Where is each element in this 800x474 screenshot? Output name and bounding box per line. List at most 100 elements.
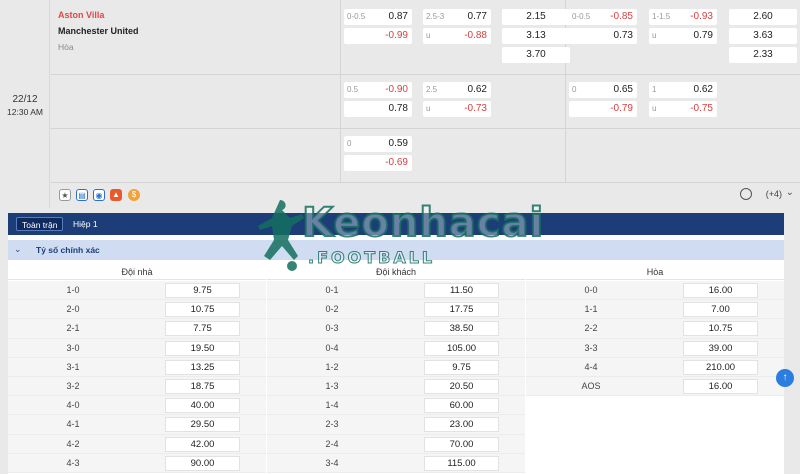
score-odds-button[interactable]: 7.75 xyxy=(165,321,240,337)
1x2-away-odds[interactable]: 3.13 xyxy=(502,28,570,44)
tab-first-half[interactable]: Hiệp 1 xyxy=(68,217,103,231)
under-odds[interactable]: u -0.88 xyxy=(423,28,491,44)
h1-under-odds[interactable]: u 0.79 xyxy=(649,28,717,44)
handicap-away-odds[interactable]: -0.69 xyxy=(344,155,412,171)
score-label: 1-2 xyxy=(325,361,339,372)
score-odds-button[interactable]: 9.75 xyxy=(424,359,499,375)
handicap-line: 0 xyxy=(572,85,577,94)
score-odds-button[interactable]: 13.25 xyxy=(165,359,240,375)
away-scores-list: 0-1 11.50 0-2 17.75 0-3 38.50 0-4 105.00 1-2 9.75… xyxy=(267,281,525,473)
odds-value: -0.73 xyxy=(464,103,487,114)
h1-handicap-home-odds[interactable]: 0-0.5 -0.85 xyxy=(569,9,637,25)
score-odds-button[interactable]: 39.00 xyxy=(683,340,758,356)
score-row: 1-3 20.50 xyxy=(267,376,525,397)
1x2-draw-odds[interactable]: 3.70 xyxy=(502,47,570,63)
row-divider xyxy=(51,128,800,129)
stats-icon[interactable]: ▤ xyxy=(76,189,88,201)
h1-over-odds[interactable]: 1 0.62 xyxy=(649,82,717,98)
score-odds-button[interactable]: 70.00 xyxy=(424,436,499,452)
score-row: 1-1 7.00 xyxy=(526,300,784,320)
score-row: 4-3 90.00 xyxy=(8,453,266,473)
score-label: 3-1 xyxy=(66,361,80,372)
score-row: 0-4 105.00 xyxy=(267,338,525,358)
match-icon-bar: ★ ▤ ◉ ▲ $ (+4) ⌄ xyxy=(51,183,800,207)
h1-handicap-home-odds[interactable]: 0 0.65 xyxy=(569,82,637,98)
handicap-line: 0.5 xyxy=(347,85,359,94)
column-header-draw: Hòa xyxy=(526,264,784,280)
score-label: 4-1 xyxy=(66,419,80,430)
total-line: 1-1.5 xyxy=(652,12,671,21)
score-label: 1-1 xyxy=(584,304,598,315)
h1-handicap-away-odds[interactable]: 0.73 xyxy=(569,28,637,44)
score-row: 4-0 40.00 xyxy=(8,396,266,416)
score-label: 0-2 xyxy=(325,304,339,315)
away-team[interactable]: Manchester United xyxy=(58,26,139,36)
odds-value: 0.73 xyxy=(613,30,633,41)
under-odds[interactable]: u -0.73 xyxy=(423,101,491,117)
over-odds[interactable]: 2.5 0.62 xyxy=(423,82,491,98)
under-label: u xyxy=(426,104,431,113)
score-odds-button[interactable]: 115.00 xyxy=(424,455,499,471)
score-odds-button[interactable]: 18.75 xyxy=(165,378,240,394)
score-odds-button[interactable]: 38.50 xyxy=(424,321,499,337)
score-label: 3-2 xyxy=(66,380,80,391)
scroll-to-top-button[interactable]: ↑ xyxy=(776,369,794,387)
period-tabs: Toàn trận Hiệp 1 xyxy=(8,213,784,235)
score-odds-button[interactable]: 210.00 xyxy=(683,359,758,375)
score-odds-button[interactable]: 7.00 xyxy=(683,302,758,318)
over-odds[interactable]: 2.5-3 0.77 xyxy=(423,9,491,25)
score-row: 1-2 9.75 xyxy=(267,357,525,377)
match-date: 22/12 xyxy=(12,94,38,105)
score-odds-button[interactable]: 40.00 xyxy=(165,398,240,414)
live-icon[interactable]: ▲ xyxy=(110,189,122,201)
tab-full-match[interactable]: Toàn trận xyxy=(16,217,64,231)
eye-icon[interactable]: ◉ xyxy=(93,189,105,201)
score-label: 3-0 xyxy=(66,342,80,353)
odds-value: -0.75 xyxy=(690,103,713,114)
handicap-home-odds[interactable]: 0.5 -0.90 xyxy=(344,82,412,98)
score-odds-button[interactable]: 19.50 xyxy=(165,340,240,356)
score-odds-button[interactable]: 10.75 xyxy=(165,302,240,318)
h1-1x2-home-odds[interactable]: 2.60 xyxy=(729,9,797,25)
handicap-home-odds[interactable]: 0-0.5 0.87 xyxy=(344,9,412,25)
score-odds-button[interactable]: 9.75 xyxy=(165,283,240,298)
draw-label: Hòa xyxy=(58,42,74,52)
score-odds-button[interactable]: 105.00 xyxy=(424,340,499,356)
h1-handicap-away-odds[interactable]: -0.79 xyxy=(569,101,637,117)
market-header[interactable]: ⌄ Tỷ số chính xác xyxy=(8,240,784,260)
chevron-down-icon[interactable]: ⌄ xyxy=(14,244,22,255)
more-markets-count[interactable]: (+4) xyxy=(766,189,782,199)
handicap-home-odds[interactable]: 0 0.59 xyxy=(344,136,412,152)
score-odds-button[interactable]: 23.00 xyxy=(424,417,499,433)
handicap-away-odds[interactable]: -0.99 xyxy=(344,28,412,44)
handicap-away-odds[interactable]: 0.78 xyxy=(344,101,412,117)
h1-1x2-away-odds[interactable]: 3.63 xyxy=(729,28,797,44)
coin-icon[interactable]: $ xyxy=(128,189,140,201)
chevron-down-icon[interactable]: ⌄ xyxy=(786,187,794,198)
score-odds-button[interactable]: 29.50 xyxy=(165,417,240,433)
score-label: 1-0 xyxy=(66,285,80,295)
handicap-line: 0-0.5 xyxy=(572,12,591,21)
score-label: AOS xyxy=(581,380,601,391)
h1-1x2-draw-odds[interactable]: 2.33 xyxy=(729,47,797,63)
column-header-away: Đội khách xyxy=(267,264,525,280)
star-icon[interactable]: ★ xyxy=(59,189,71,201)
home-team[interactable]: Aston Villa xyxy=(58,10,104,20)
score-odds-button[interactable]: 11.50 xyxy=(424,283,499,298)
score-odds-button[interactable]: 20.50 xyxy=(424,378,499,394)
score-odds-button[interactable]: 16.00 xyxy=(683,378,758,394)
score-row: 4-4 210.00 xyxy=(526,357,784,377)
score-odds-button[interactable]: 10.75 xyxy=(683,321,758,337)
score-label: 4-3 xyxy=(66,457,80,468)
soccer-ball-icon[interactable] xyxy=(740,188,752,200)
score-odds-button[interactable]: 90.00 xyxy=(165,455,240,471)
row-divider xyxy=(51,74,800,75)
score-row: 3-3 39.00 xyxy=(526,338,784,358)
h1-over-odds[interactable]: 1-1.5 -0.93 xyxy=(649,9,717,25)
score-odds-button[interactable]: 16.00 xyxy=(683,283,758,298)
score-odds-button[interactable]: 60.00 xyxy=(424,398,499,414)
h1-under-odds[interactable]: u -0.75 xyxy=(649,101,717,117)
score-odds-button[interactable]: 42.00 xyxy=(165,436,240,452)
1x2-home-odds[interactable]: 2.15 xyxy=(502,9,570,25)
score-odds-button[interactable]: 17.75 xyxy=(424,302,499,318)
